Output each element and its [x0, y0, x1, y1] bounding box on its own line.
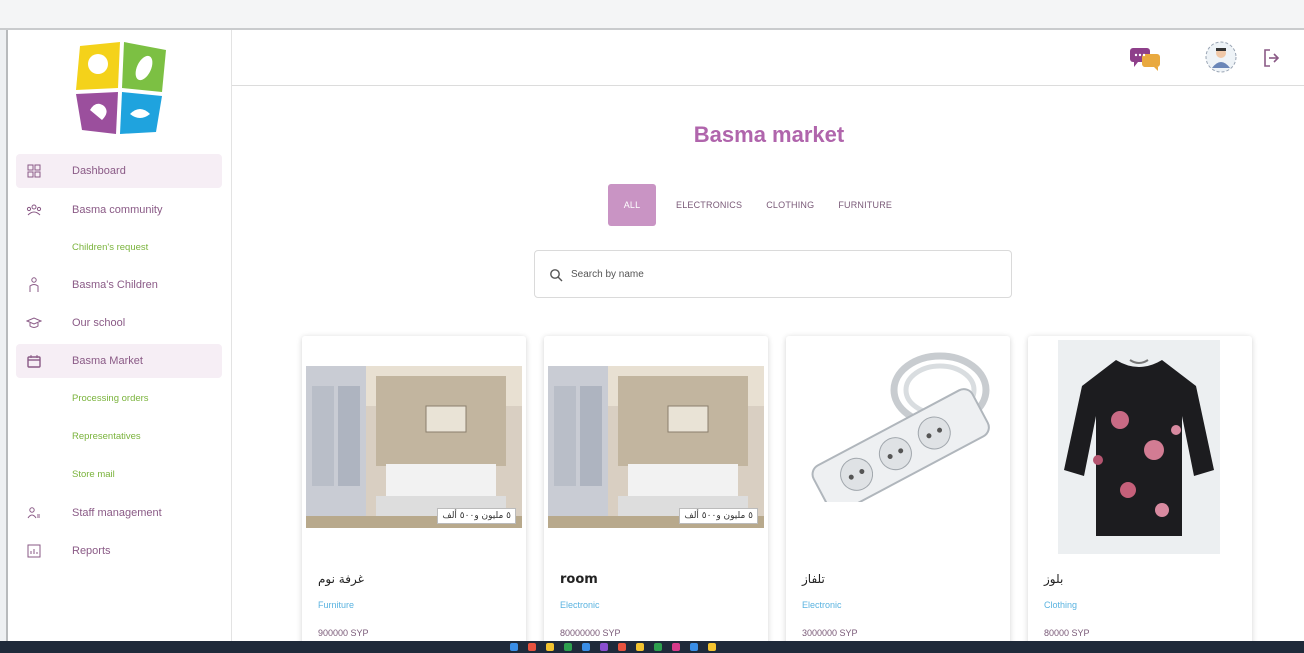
taskbar-app-icon[interactable]	[582, 643, 590, 651]
price-tag: ٥ مليون و٥٠٠ ألف	[679, 508, 758, 524]
product-card[interactable]: ٥ مليون و٥٠٠ ألف غرفة نوم Furniture 9000…	[302, 336, 526, 641]
product-image: ٥ مليون و٥٠٠ ألف	[306, 366, 522, 528]
logout-icon[interactable]	[1262, 48, 1280, 72]
product-name: room	[560, 572, 598, 587]
reports-icon	[24, 541, 44, 561]
search-icon	[549, 267, 563, 282]
sidebar-subitem-representatives[interactable]: Representatives	[72, 431, 141, 442]
staff-icon	[24, 503, 44, 523]
sidebar-item-label: Basma community	[72, 204, 163, 216]
sidebar-item-label: Our school	[72, 317, 126, 329]
product-card[interactable]: بلوز Clothing 80000 SYP	[1028, 336, 1252, 641]
taskbar-app-icon[interactable]	[546, 643, 554, 651]
sidebar-subitem-childrens-request[interactable]: Children's request	[72, 242, 148, 253]
children-icon	[24, 275, 44, 295]
product-price: 80000000 SYP	[560, 628, 621, 638]
price-tag: ٥ مليون و٥٠٠ ألف	[437, 508, 516, 524]
taskbar-app-icon[interactable]	[654, 643, 662, 651]
tab-furniture[interactable]: FURNITURE	[838, 200, 892, 210]
product-image	[790, 340, 1006, 502]
sidebar-subitem-store-mail[interactable]: Store mail	[72, 469, 115, 480]
taskbar-app-icon[interactable]	[708, 643, 716, 651]
community-icon	[24, 200, 44, 220]
product-price: 900000 SYP	[318, 628, 369, 638]
os-taskbar	[0, 641, 1304, 653]
taskbar-app-icon[interactable]	[672, 643, 680, 651]
sidebar-item-reports[interactable]: Reports	[16, 534, 222, 568]
product-price: 3000000 SYP	[802, 628, 858, 638]
product-category: Clothing	[1044, 600, 1078, 610]
tab-electronics[interactable]: ELECTRONICS	[676, 200, 742, 210]
sidebar-item-staff[interactable]: Staff management	[16, 496, 222, 530]
sidebar-item-label: Basma's Children	[72, 279, 158, 291]
sidebar-item-dashboard[interactable]: Dashboard	[16, 154, 222, 188]
market-icon	[24, 351, 44, 371]
sidebar-item-market[interactable]: Basma Market	[16, 344, 222, 378]
product-category: Electronic	[560, 600, 600, 610]
taskbar-app-icon[interactable]	[528, 643, 536, 651]
top-header	[232, 30, 1304, 86]
product-category: Furniture	[318, 600, 355, 610]
product-name: غرفة نوم	[318, 572, 364, 586]
taskbar-app-icon[interactable]	[600, 643, 608, 651]
school-icon	[24, 313, 44, 333]
sidebar-item-children[interactable]: Basma's Children	[16, 268, 222, 302]
product-price: 80000 SYP	[1044, 628, 1090, 638]
product-category: Electronic	[802, 600, 842, 610]
main-content: Basma market ALL ELECTRONICS CLOTHING FU…	[232, 86, 1304, 641]
sidebar-item-label: Reports	[72, 545, 111, 557]
chat-icon[interactable]	[1128, 44, 1162, 76]
sidebar: Dashboard Basma community Children's req…	[8, 30, 232, 641]
page-title: Basma market	[693, 122, 845, 147]
tab-all[interactable]: ALL	[608, 184, 656, 226]
profile-avatar-icon[interactable]	[1204, 40, 1238, 78]
browser-top-strip	[0, 0, 1304, 30]
product-card[interactable]: ٥ مليون و٥٠٠ ألف room Electronic 8000000…	[544, 336, 768, 641]
product-image: ٥ مليون و٥٠٠ ألف	[548, 366, 764, 528]
sidebar-subitem-processing-orders[interactable]: Processing orders	[72, 393, 149, 404]
product-name: تلفاز	[802, 572, 825, 586]
tab-clothing[interactable]: CLOTHING	[766, 200, 814, 210]
taskbar-app-icon[interactable]	[636, 643, 644, 651]
taskbar-app-icon[interactable]	[618, 643, 626, 651]
product-image	[1058, 340, 1220, 554]
search-box	[534, 250, 1012, 298]
basma-logo[interactable]	[72, 40, 172, 136]
taskbar-app-icon[interactable]	[690, 643, 698, 651]
dashboard-icon	[24, 161, 44, 181]
product-card[interactable]: تلفاز Electronic 3000000 SYP	[786, 336, 1010, 641]
sidebar-item-school[interactable]: Our school	[16, 306, 222, 340]
product-name: بلوز	[1044, 572, 1064, 586]
category-tabs: ALL ELECTRONICS CLOTHING FURNITURE	[608, 184, 916, 226]
taskbar-app-icon[interactable]	[510, 643, 518, 651]
sidebar-item-label: Dashboard	[72, 165, 126, 177]
app-window: Dashboard Basma community Children's req…	[6, 30, 1304, 641]
sidebar-item-label: Staff management	[72, 507, 162, 519]
taskbar-app-icon[interactable]	[564, 643, 572, 651]
sidebar-item-community[interactable]: Basma community	[16, 193, 222, 227]
search-input[interactable]	[571, 268, 991, 280]
sidebar-item-label: Basma Market	[72, 355, 143, 367]
